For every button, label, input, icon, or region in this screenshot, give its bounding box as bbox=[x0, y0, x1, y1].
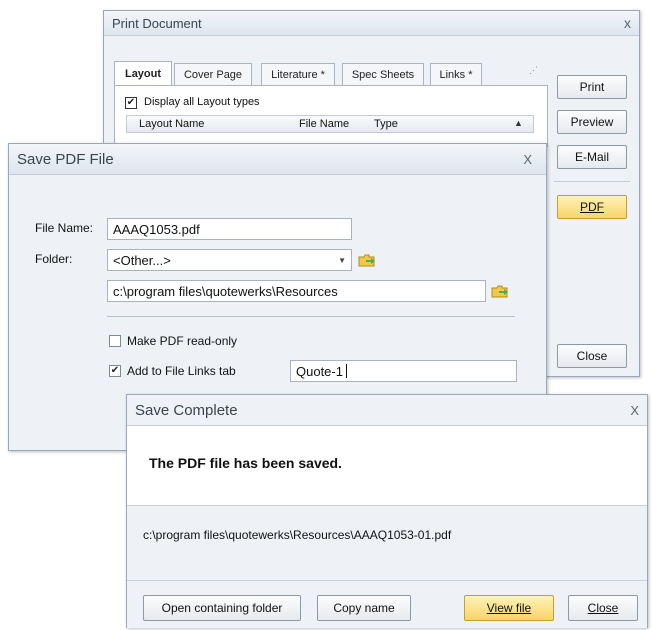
tab-spec-sheets[interactable]: Spec Sheets bbox=[342, 63, 424, 85]
copy-name-button[interactable]: Copy name bbox=[317, 595, 411, 621]
email-button-label: E-Mail bbox=[574, 150, 609, 164]
tab-cover-page[interactable]: Cover Page bbox=[174, 63, 252, 85]
button-divider bbox=[554, 181, 630, 182]
file-links-name-input[interactable]: Quote-1 bbox=[290, 360, 517, 382]
folder-select[interactable]: <Other...> ▼ bbox=[107, 249, 352, 271]
save-complete-close-label: Close bbox=[587, 601, 619, 615]
view-file-label: View file bbox=[486, 601, 532, 615]
preview-button-label: Preview bbox=[570, 115, 614, 129]
tab-links[interactable]: Links * bbox=[430, 63, 482, 85]
print-document-titlebar: Print Document x bbox=[104, 11, 639, 36]
tab-layout[interactable]: Layout bbox=[114, 61, 172, 85]
saved-path-text: c:\program files\quotewerks\Resources\AA… bbox=[143, 528, 452, 542]
save-pdf-title: Save PDF File bbox=[17, 150, 114, 168]
save-complete-close-button[interactable]: Close bbox=[568, 595, 638, 621]
text-caret bbox=[345, 364, 347, 378]
saved-path-panel bbox=[127, 505, 647, 581]
folder-path-input[interactable]: c:\program files\quotewerks\Resources bbox=[107, 280, 486, 302]
scroll-up-icon[interactable]: ▲ bbox=[514, 118, 523, 128]
view-file-button[interactable]: View file bbox=[464, 595, 554, 621]
options-divider bbox=[107, 316, 515, 317]
column-file-name[interactable]: File Name bbox=[299, 118, 349, 130]
folder-browse-icon[interactable] bbox=[358, 254, 376, 267]
close-icon[interactable]: x bbox=[624, 15, 631, 31]
file-links-name-value: Quote-1 bbox=[296, 363, 343, 379]
print-button-label: Print bbox=[579, 80, 605, 94]
print-button[interactable]: Print bbox=[557, 75, 627, 99]
email-button[interactable]: E-Mail bbox=[557, 145, 627, 169]
display-all-layouts-label: Display all Layout types bbox=[144, 96, 260, 108]
tab-literature[interactable]: Literature * bbox=[261, 63, 335, 85]
copy-name-label: Copy name bbox=[333, 601, 395, 615]
print-document-title: Print Document bbox=[112, 15, 202, 31]
print-close-button[interactable]: Close bbox=[557, 344, 627, 368]
add-file-links-label: Add to File Links tab bbox=[127, 364, 236, 378]
open-containing-folder-label: Open containing folder bbox=[161, 601, 283, 615]
save-complete-titlebar: Save Complete X bbox=[127, 395, 647, 426]
add-file-links-checkbox[interactable]: ✔ bbox=[109, 365, 121, 377]
save-complete-window: Save Complete X The PDF file has been sa… bbox=[126, 394, 648, 628]
column-layout-name[interactable]: Layout Name bbox=[139, 118, 204, 130]
column-type[interactable]: Type bbox=[374, 118, 398, 130]
folder-label: Folder: bbox=[35, 252, 73, 266]
save-pdf-titlebar: Save PDF File X bbox=[9, 144, 546, 175]
file-name-label: File Name: bbox=[35, 221, 94, 235]
preview-button[interactable]: Preview bbox=[557, 110, 627, 134]
close-icon[interactable]: X bbox=[630, 403, 639, 418]
chevron-down-icon[interactable]: ▼ bbox=[338, 256, 346, 265]
folder-select-value: <Other...> bbox=[113, 252, 171, 268]
print-close-button-label: Close bbox=[576, 349, 608, 363]
saved-message: The PDF file has been saved. bbox=[149, 455, 342, 471]
file-name-input[interactable]: AAAQ1053.pdf bbox=[107, 218, 352, 240]
save-complete-title: Save Complete bbox=[135, 401, 238, 419]
open-containing-folder-button[interactable]: Open containing folder bbox=[143, 595, 301, 621]
pdf-button[interactable]: PDF bbox=[557, 195, 627, 219]
make-readonly-label: Make PDF read-only bbox=[127, 334, 238, 348]
make-readonly-checkbox[interactable] bbox=[109, 335, 121, 347]
display-all-layouts-checkbox[interactable]: ✔ bbox=[125, 97, 137, 109]
tab-overflow-icon[interactable]: ⋰ bbox=[529, 65, 538, 76]
pdf-button-label: PDF bbox=[580, 200, 604, 214]
close-icon[interactable]: X bbox=[523, 152, 532, 167]
folder-browse-icon[interactable] bbox=[491, 285, 509, 298]
